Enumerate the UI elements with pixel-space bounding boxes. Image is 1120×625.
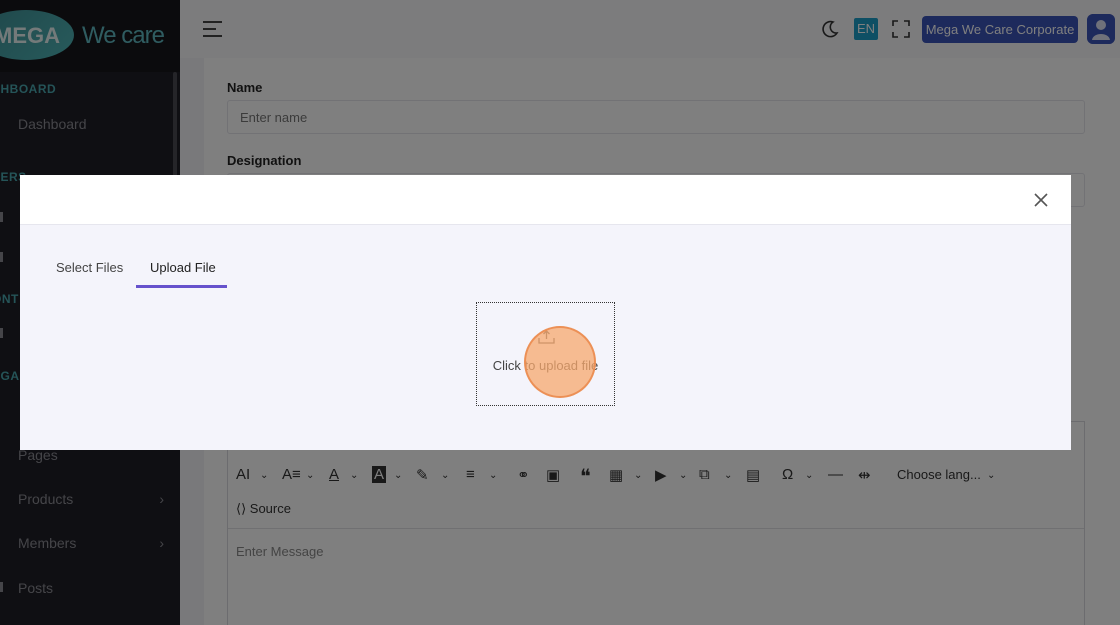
upload-dropzone[interactable]: Click to upload file	[476, 302, 615, 406]
tab-upload-file[interactable]: Upload File	[150, 260, 216, 275]
modal-header	[20, 175, 1071, 225]
close-icon[interactable]	[1033, 192, 1049, 208]
upload-icon	[538, 330, 555, 344]
file-upload-modal: Select Files Upload File Click to upload…	[20, 175, 1071, 450]
upload-prompt-text: Click to upload file	[492, 358, 599, 373]
tab-select-files[interactable]: Select Files	[56, 260, 123, 275]
active-tab-indicator	[136, 285, 227, 288]
